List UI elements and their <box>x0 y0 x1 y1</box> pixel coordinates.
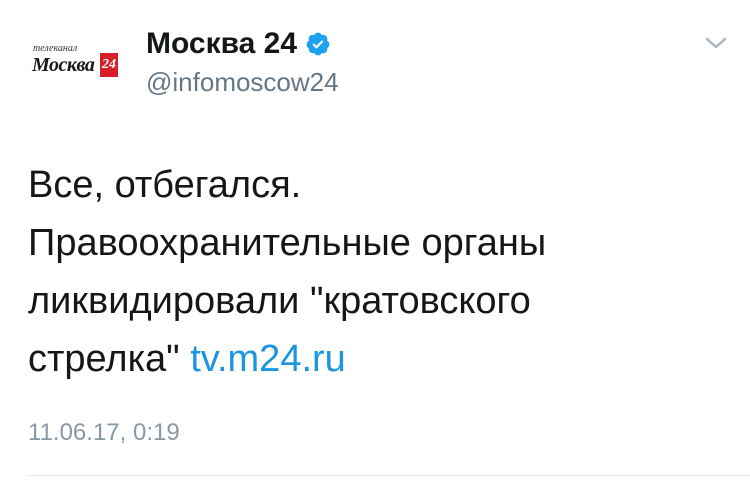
tweet-text-line: ликвидировали "кратовского <box>28 280 531 322</box>
tweet-timestamp[interactable]: 11.06.17, 0:19 <box>28 418 180 448</box>
tweet-text-line: Правоохранительные органы <box>28 222 547 264</box>
chevron-down-icon[interactable] <box>704 35 728 51</box>
author-display-name[interactable]: Москва 24 <box>146 26 297 62</box>
tweet-link[interactable]: tv.m24.ru <box>190 338 346 380</box>
avatar-brand-text: Москва <box>32 54 95 76</box>
tweet-card: телеканал Москва 24 Москва 24 @infomosco… <box>0 0 750 482</box>
verified-badge-icon <box>305 31 331 57</box>
divider <box>28 475 750 476</box>
tweet-text-fragment: стрелка" <box>28 338 191 380</box>
avatar-brand-number: 24 <box>100 53 118 77</box>
avatar[interactable]: телеканал Москва 24 <box>22 20 126 104</box>
tweet-text: Все, отбегался. Правоохранительные орган… <box>28 156 728 388</box>
tweet-text-last-line: стрелка" tv.m24.ru <box>28 330 728 388</box>
avatar-small-text: телеканал <box>33 43 78 54</box>
tweet-text-line: Все, отбегался. <box>28 164 302 206</box>
author-handle[interactable]: @infomoscow24 <box>146 66 339 98</box>
author-name-row: Москва 24 <box>146 26 331 62</box>
